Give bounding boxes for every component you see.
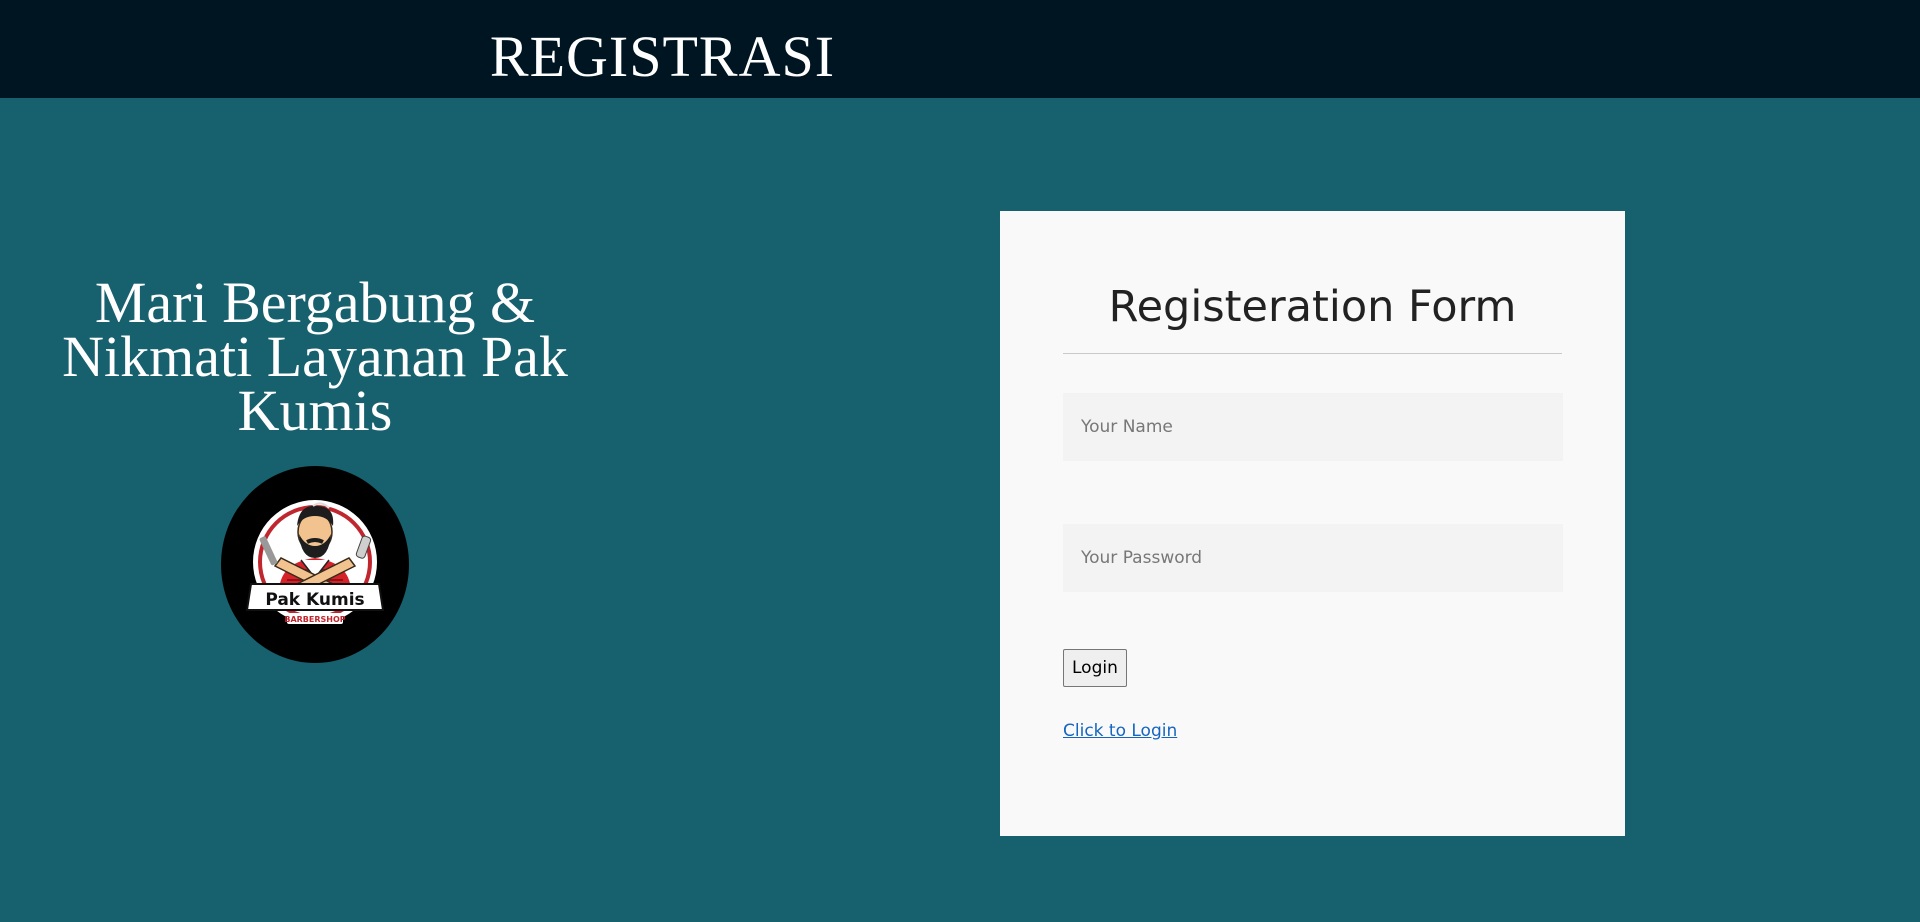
click-to-login-link[interactable]: Click to Login [1063, 721, 1177, 741]
barber-mascot-icon: Pak Kumis BARBERSHOP [245, 500, 385, 624]
promo-headline: Mari Bergabung & Nikmati Layanan Pak Kum… [0, 270, 630, 443]
form-title: Registeration Form [1108, 282, 1517, 332]
promo-line-3: Kumis [237, 378, 393, 443]
top-header-bar: REGISTRASI [0, 0, 1920, 98]
page-title: REGISTRASI [489, 24, 836, 89]
registration-form-card: Registeration Form Login Click to Login [1000, 211, 1625, 836]
promo-line-1: Mari Bergabung & [94, 270, 536, 335]
pak-kumis-logo: Pak Kumis BARBERSHOP [221, 466, 409, 663]
password-input[interactable] [1063, 524, 1563, 592]
logo-sub-text: BARBERSHOP [284, 615, 345, 624]
promo-line-2: Nikmati Layanan Pak [62, 324, 568, 389]
name-input[interactable] [1063, 393, 1563, 461]
logo-brand-text: Pak Kumis [265, 590, 364, 610]
form-divider [1063, 353, 1562, 354]
login-button[interactable]: Login [1063, 649, 1127, 687]
